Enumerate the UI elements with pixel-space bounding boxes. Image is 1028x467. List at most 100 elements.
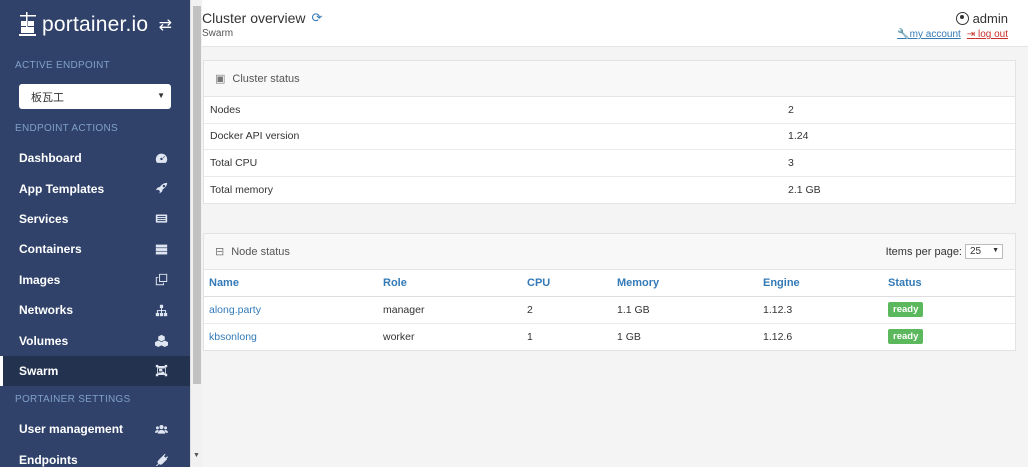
node-name-link[interactable]: kbsonlong	[204, 323, 378, 350]
rocket-icon	[154, 182, 168, 196]
sidebar-item-app-templates[interactable]: App Templates	[0, 173, 190, 203]
sign-out-icon: ⇥	[966, 29, 976, 40]
sidebar-item-label: App Templates	[19, 181, 105, 196]
column-header-memory[interactable]: Memory	[612, 270, 758, 297]
node-engine: 1.12.3	[758, 296, 883, 324]
page-header: Cluster overview ⟳ Swarm admin 🔧my accou…	[202, 0, 1028, 47]
node-status-cell: ready	[883, 323, 1015, 350]
items-per-page-label: Items per page:	[885, 245, 962, 258]
user-circle-icon	[955, 12, 969, 25]
node-role: worker	[383, 330, 415, 343]
sidebar-item-images[interactable]: Images	[0, 265, 190, 295]
sidebar-item-label: Dashboard	[19, 151, 82, 166]
user-links: 🔧my account ⇥ log out	[897, 29, 1008, 40]
sidebar-item-label: User management	[19, 422, 124, 437]
status-badge: ready	[888, 302, 924, 317]
row-key: Nodes	[210, 103, 241, 116]
breadcrumb: Swarm	[202, 28, 234, 39]
sidebar-item-containers[interactable]: Containers	[0, 234, 190, 264]
row-key: Total CPU	[210, 156, 258, 169]
portainer-settings-heading: PORTAINER SETTINGS	[15, 394, 131, 406]
column-header-name[interactable]: Name	[204, 270, 378, 297]
scroll-down-icon[interactable]: ▼	[193, 452, 200, 459]
items-per-page-select[interactable]: 25 ▼	[965, 244, 1003, 259]
row-value: 2.1 GB	[788, 183, 821, 196]
sidebar-item-volumes[interactable]: Volumes	[0, 325, 190, 355]
row-value: 1.24	[788, 130, 809, 143]
object-group-icon	[154, 364, 168, 378]
table-row: Docker API version 1.24	[204, 124, 1015, 150]
scrollbar-thumb[interactable]	[193, 6, 201, 384]
clone-icon	[154, 273, 168, 287]
sidebar-item-networks[interactable]: Networks	[0, 295, 190, 325]
brand-name: portainer.io	[42, 13, 149, 36]
node-status-cell: ready	[883, 296, 1015, 324]
node-status-panel: ⊟ Node status Items per page: 25 ▼ Name …	[203, 233, 1016, 351]
sidebar-item-label: Images	[19, 272, 61, 287]
object-group-icon: ▣	[215, 73, 226, 85]
sidebar-item-label: Networks	[19, 303, 74, 318]
hdd-icon: ⊟	[215, 246, 225, 258]
status-badge: ready	[888, 329, 924, 345]
row-value: 2	[788, 103, 794, 116]
items-per-page-value: 25	[970, 246, 982, 257]
toggle-sidebar-icon[interactable]: ⇄	[159, 15, 172, 35]
cluster-status-header: ▣ Cluster status	[204, 61, 1015, 97]
endpoint-actions-heading: ENDPOINT ACTIONS	[15, 123, 118, 134]
panel-title: Node status	[231, 245, 290, 258]
sidebar-scrollbar[interactable]: ▼	[190, 0, 202, 467]
node-cpu: 1	[527, 330, 533, 343]
sidebar-item-endpoints[interactable]: Endpoints	[0, 445, 190, 467]
cluster-status-panel: ▣ Cluster status Nodes 2 Docker API vers…	[203, 60, 1016, 204]
table-row: along.party manager 2 1.1 GB 1.12.3 read…	[204, 296, 1015, 324]
server-icon	[154, 242, 168, 256]
column-header-role[interactable]: Role	[378, 270, 522, 297]
plug-icon	[154, 453, 168, 467]
brand: portainer.io ⇄	[0, 0, 190, 50]
sidebar-item-label: Services	[19, 211, 69, 226]
sidebar-item-dashboard[interactable]: Dashboard	[0, 143, 190, 173]
endpoint-select[interactable]: 板瓦工 ▼	[19, 84, 171, 109]
node-role: manager	[378, 296, 522, 324]
column-header-status[interactable]: Status	[883, 270, 1015, 297]
row-value: 3	[788, 156, 794, 169]
sidebar-item-swarm[interactable]: Swarm	[0, 355, 190, 387]
node-table: Name Role CPU Memory Engine Status along…	[204, 270, 1015, 350]
table-row: Total CPU 3	[204, 150, 1015, 177]
caret-down-icon: ▼	[157, 91, 165, 100]
sidebar: portainer.io ⇄ ACTIVE ENDPOINT 板瓦工 ▼ END…	[0, 0, 190, 467]
column-header-cpu[interactable]: CPU	[522, 270, 612, 297]
sidebar-item-label: Swarm	[19, 363, 59, 378]
logout-label: log out	[977, 29, 1008, 40]
table-row: Total memory 2.1 GB	[204, 177, 1015, 204]
brand-logo[interactable]: portainer.io	[18, 12, 148, 38]
items-per-page: Items per page: 25 ▼	[886, 244, 1003, 259]
sidebar-item-user-management[interactable]: User management	[0, 414, 190, 444]
sidebar-item-label: Containers	[19, 242, 82, 257]
node-name-link[interactable]: along.party	[204, 296, 378, 324]
refresh-icon[interactable]: ⟳	[311, 10, 322, 26]
node-status-header: ⊟ Node status Items per page: 25 ▼	[204, 234, 1015, 270]
table-row: kbsonlong worker 1 1 GB 1.12.6 ready	[204, 323, 1015, 350]
my-account-link[interactable]: 🔧my account	[897, 29, 961, 40]
table-header-row: Name Role CPU Memory Engine Status	[204, 270, 1015, 297]
page-title: Cluster overview ⟳	[202, 10, 322, 26]
node-memory: 1.1 GB	[612, 296, 758, 324]
page-title-text: Cluster overview	[202, 10, 306, 26]
row-key: Total memory	[210, 183, 274, 196]
endpoint-select-value: 板瓦工	[31, 91, 64, 104]
sidebar-item-services[interactable]: Services	[0, 204, 190, 234]
column-header-engine[interactable]: Engine	[758, 270, 883, 297]
active-endpoint-heading: ACTIVE ENDPOINT	[15, 60, 111, 71]
wrench-icon: 🔧	[897, 29, 910, 40]
sitemap-icon	[154, 303, 168, 317]
dashboard-icon	[154, 151, 168, 165]
node-cpu: 2	[522, 296, 612, 324]
caret-down-icon: ▼	[992, 247, 999, 254]
panel-title: Cluster status	[232, 72, 300, 85]
row-key: Docker API version	[210, 130, 300, 143]
list-icon	[154, 212, 168, 226]
user-area: admin	[955, 11, 1008, 26]
my-account-label: my account	[909, 29, 961, 40]
logout-link[interactable]: ⇥ log out	[967, 29, 1008, 40]
